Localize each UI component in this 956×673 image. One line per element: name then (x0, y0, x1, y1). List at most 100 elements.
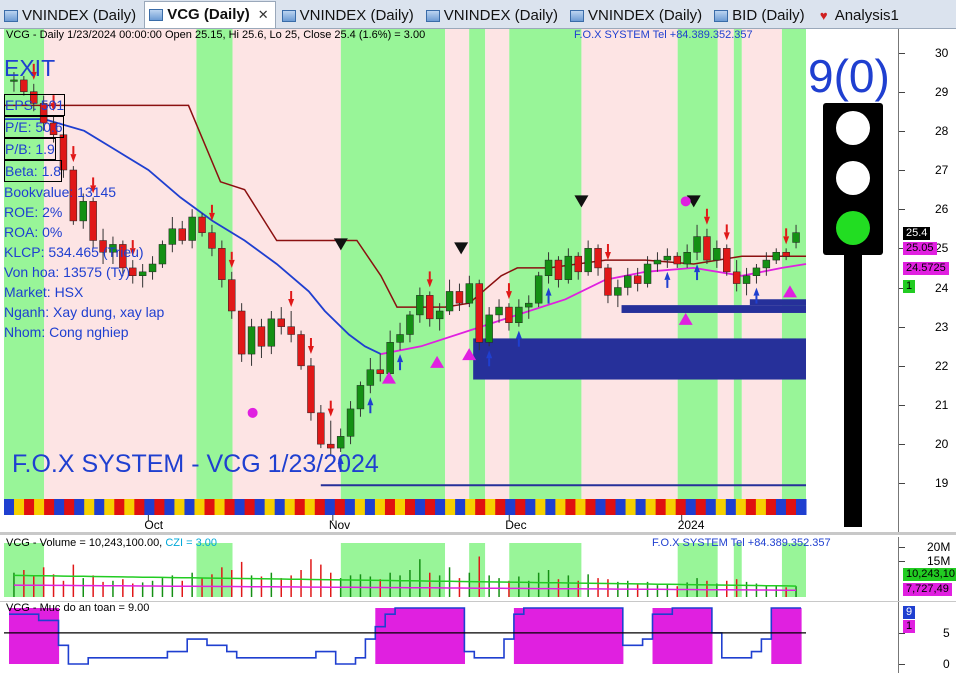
price-y-axis[interactable]: 30 29 28 27 26 25 24 23 22 21 20 19 25.4 25.05 24.5725… (898, 29, 956, 532)
trend-strip-cell (595, 499, 606, 515)
tab-label: Analysis1 (834, 7, 899, 24)
trend-strip-cell (435, 499, 446, 515)
y-tick (899, 326, 905, 328)
x-tick-label: Oct (144, 518, 164, 532)
fundamentals-value: ROA: 0% (4, 224, 63, 240)
trend-strip-cell (795, 499, 807, 515)
safety-zone (702, 608, 713, 664)
y-tick-label: 20 (935, 437, 949, 452)
trend-strip-cell (565, 499, 576, 515)
safety-zone (48, 608, 60, 664)
tab-analysis1[interactable]: ♥ Analysis1 (813, 4, 905, 28)
trend-strip-cell (725, 499, 737, 515)
fundamentals-value: Beta: 1.8 (4, 160, 63, 182)
trend-strip-cell (24, 499, 35, 515)
zone-band (196, 29, 233, 499)
candle-down (178, 228, 186, 241)
safety-y-axis[interactable]: 5 0 91 (898, 602, 956, 673)
y-tick (899, 52, 905, 54)
chart-icon (281, 10, 296, 22)
volume-title-text: VCG - Volume = 10,243,100.00, (6, 537, 163, 549)
traffic-light-top-lamp (836, 111, 870, 145)
zone-band (232, 29, 341, 499)
chart-icon (569, 10, 584, 22)
safety-zone (405, 608, 416, 664)
trend-strip-cell (585, 499, 596, 515)
trend-strip-cell (405, 499, 416, 515)
trend-strip-cell (495, 499, 506, 515)
tab-label: VNINDEX (Daily) (443, 7, 558, 24)
chart-icon (714, 10, 729, 22)
y-tick (899, 632, 905, 634)
volume-pane-title: VCG - Volume = 10,243,100.00, CZI = 3.00 (6, 537, 217, 549)
tab-vnindex-daily[interactable]: VNINDEX (Daily) (422, 4, 564, 28)
candle-down (297, 334, 305, 367)
tab-vnindex-daily[interactable]: VNINDEX (Daily) (278, 4, 420, 28)
traffic-light-middle-lamp (836, 161, 870, 195)
zone-band (733, 29, 742, 499)
trend-strip-cell (425, 499, 436, 515)
safety-pane[interactable]: VCG - Muc do an toan = 9.00 5 0 91 (0, 602, 956, 673)
trend-strip-cell (475, 499, 486, 515)
x-tick-label: Dec (505, 518, 527, 532)
candle-up (515, 306, 523, 324)
candle-up (584, 248, 592, 273)
trend-strip-cell (204, 499, 216, 515)
safety-zone (672, 608, 683, 664)
safety-zone (692, 608, 703, 664)
zone-band (485, 29, 510, 499)
trend-strip-cell (455, 499, 466, 515)
trend-strip-cell (84, 499, 95, 515)
traffic-light-icon (823, 103, 883, 255)
tab-vnindex-daily[interactable]: VNINDEX (Daily) (0, 4, 142, 28)
fundamentals-value: Market: HSX (4, 284, 84, 300)
zone-band (340, 29, 446, 499)
trend-strip-cell (264, 499, 276, 515)
y-tick (899, 170, 905, 171)
trend-strip-cell (364, 499, 376, 515)
candle-down (327, 443, 335, 449)
candle-down (277, 318, 285, 327)
trend-strip-cell (555, 499, 566, 515)
y-tick-label: 25 (935, 241, 949, 256)
y-tick (899, 405, 905, 406)
safety-zone (583, 608, 594, 664)
trend-strip-cell (485, 499, 496, 515)
trend-strip-cell (94, 499, 105, 515)
safety-zone (781, 608, 792, 664)
support-zone (473, 338, 806, 380)
support-zone (749, 299, 806, 306)
price-pane[interactable]: VCG - Daily 1/23/2024 00:00:00 Open 25.1… (0, 29, 956, 532)
chart-icon (425, 10, 440, 22)
tab-vnindex-daily[interactable]: VNINDEX (Daily) (566, 4, 708, 28)
safety-zone (28, 608, 40, 664)
safety-zone (662, 608, 673, 664)
trend-strip-cell (715, 499, 727, 515)
tab-vcg-daily[interactable]: VCG (Daily) ✕ (144, 1, 276, 28)
price-value-badge: 25.05 (903, 242, 937, 256)
trend-strip-cell (615, 499, 627, 515)
support-zone (621, 305, 806, 313)
safety-zone (414, 608, 426, 664)
trend-strip-cell (625, 499, 637, 515)
y-tick-label: 5 (943, 625, 950, 640)
volume-pane[interactable]: VCG - Volume = 10,243,100.00, CZI = 3.00… (0, 537, 956, 601)
candle-down (574, 255, 582, 273)
tab-bid-daily[interactable]: BID (Daily) (710, 4, 811, 28)
volume-y-axis[interactable]: 20M 15M 10,243,10 7,727,49 (898, 537, 956, 601)
close-icon[interactable]: ✕ (258, 3, 269, 27)
candle-down (376, 369, 384, 374)
y-tick-label: 15M (927, 554, 951, 568)
y-tick-label: 28 (935, 123, 949, 138)
safety-zone (563, 608, 574, 664)
price-value-badge: 24.5725 (903, 262, 949, 275)
dot-signal-icon (680, 196, 691, 207)
trend-strip-cell (505, 499, 516, 515)
fundamentals-row: P/E: 50.6 (4, 116, 154, 138)
trend-strip-cell (134, 499, 145, 515)
pane-divider[interactable] (0, 532, 956, 535)
safety-zone (573, 608, 584, 664)
trend-strip-cell (374, 499, 386, 515)
candle-down (633, 275, 642, 284)
trend-strip-cell (344, 499, 356, 515)
